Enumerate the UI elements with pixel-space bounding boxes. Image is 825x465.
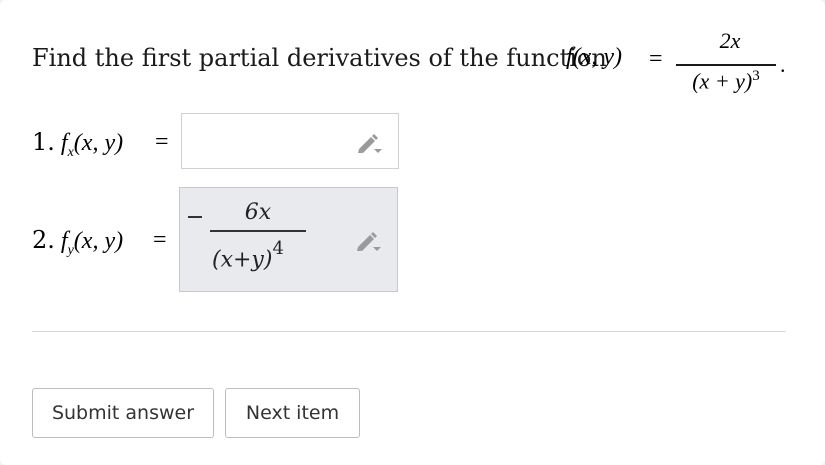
function-numerator: 2x [719, 28, 741, 53]
item-1-equals: = [155, 129, 169, 155]
function-end-mark: . [780, 52, 786, 77]
answer-denominator: (x+y)4 [212, 238, 284, 273]
question-prompt: Find the first partial derivatives of th… [32, 44, 607, 72]
function-denominator: (x + y)3 [692, 68, 760, 94]
function-lhs: f(x, y) [566, 44, 622, 70]
item-1-label: 1. fx(x, y) [32, 128, 124, 160]
question-card: Find the first partial derivatives of th… [0, 0, 825, 465]
item-2-label: 2. fy(x, y) [32, 226, 124, 258]
section-divider [32, 331, 786, 332]
answer-fraction-bar [210, 230, 306, 232]
next-item-button[interactable]: Next item [225, 388, 360, 438]
answer-numerator: 6x [244, 200, 272, 225]
function-fraction-bar [676, 64, 776, 66]
answer-minus-sign [188, 216, 202, 218]
pencil-icon[interactable] [355, 230, 383, 252]
answer-input-fx[interactable] [181, 113, 399, 169]
function-equals: = [649, 46, 663, 72]
item-2-equals: = [153, 227, 167, 253]
pencil-icon[interactable] [356, 132, 384, 154]
submit-answer-button[interactable]: Submit answer [32, 388, 214, 438]
